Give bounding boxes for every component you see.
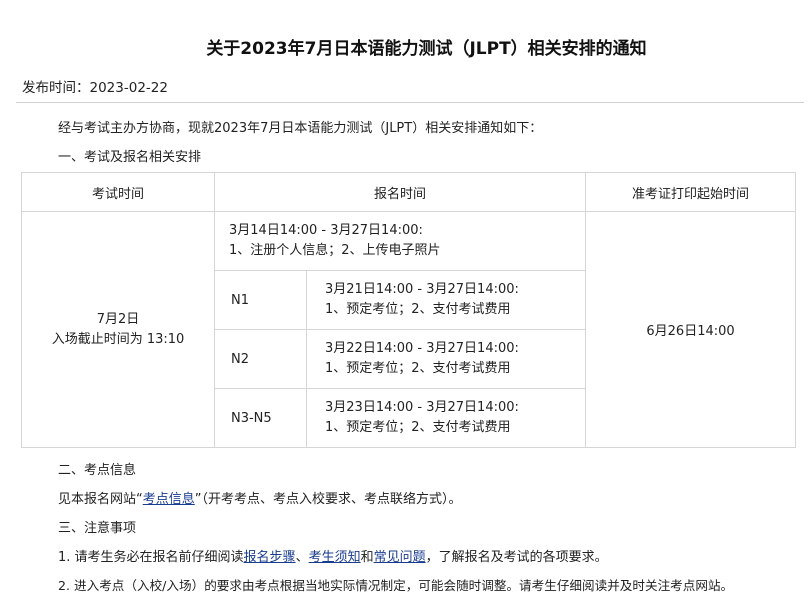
level-cell: N2 [214,329,307,389]
section1-heading: 一、考试及报名相关安排 [58,150,202,165]
header-exam-time: 考试时间 [21,172,215,212]
header-registration-time: 报名时间 [213,172,587,212]
section2-text-after: ”（开考考点、考点入校要求、考点联络方式）。 [194,492,462,507]
exam-site-info-link[interactable]: 考点信息 [143,492,195,507]
level-steps: 1、预定考位；2、支付考试费用 [325,302,511,317]
level-steps: 1、预定考位；2、支付考试费用 [325,420,511,435]
publish-label: 发布时间： [22,80,90,96]
exam-time-cell: 7月2日 入场截止时间为 13:10 [21,211,215,448]
exam-date: 7月2日 [96,311,140,327]
entry-deadline: 入场截止时间为 13:10 [51,331,185,347]
level-registration-cell: 3月21日14:00 - 3月27日14:00: 1、预定考位；2、支付考试费用 [305,270,587,330]
level-steps: 1、预定考位；2、支付考试费用 [325,361,511,376]
publish-date-value: 2023-02-22 [89,80,168,96]
schedule-table: 考试时间 报名时间 准考证打印起始时间 7月2日 入场截止时间为 13:10 3… [21,172,797,448]
registration-all-steps: 1、注册个人信息；2、上传电子照片 [229,243,441,258]
section2-text-before: 见本报名网站“ [58,492,143,507]
section2-heading: 二、考点信息 [58,463,137,478]
level-period: 3月23日14:00 - 3月27日14:00: [325,400,519,415]
header-ticket-print-time: 准考证打印起始时间 [585,172,797,212]
faq-link[interactable]: 常见问题 [374,550,426,565]
level-registration-cell: 3月22日14:00 - 3月27日14:00: 1、预定考位；2、支付考试费用 [305,329,587,389]
level-registration-cell: 3月23日14:00 - 3月27日14:00: 1、预定考位；2、支付考试费用 [305,388,587,448]
level-cell: N1 [214,270,307,330]
section3-heading: 三、注意事项 [58,521,137,536]
item1-text-after: ，了解报名及考试的各项要求。 [425,550,608,565]
registration-steps-link[interactable]: 报名步骤 [244,550,296,565]
section2-text: 见本报名网站“考点信息”（开考考点、考点入校要求、考点联络方式）。 [58,488,462,507]
level-cell: N3-N5 [214,388,307,448]
registration-all-period: 3月14日14:00 - 3月27日14:00: [229,223,423,238]
level-period: 3月21日14:00 - 3月27日14:00: [325,282,519,297]
level-period: 3月22日14:00 - 3月27日14:00: [325,341,519,356]
intro-paragraph: 经与考试主办方协商，现就2023年7月日本语能力测试（JLPT）相关安排通知如下… [58,121,543,136]
notice-item-1: 1. 请考生务必在报名前仔细阅读报名步骤、考生须知和常见问题，了解报名及考试的各… [58,546,608,565]
item1-text-before: 1. 请考生务必在报名前仔细阅读 [58,550,244,565]
page-title: 关于2023年7月日本语能力测试（JLPT）相关安排的通知 [206,39,647,59]
table-header-row: 考试时间 报名时间 准考证打印起始时间 [21,172,797,212]
notice-item-2: 2. 进入考点（入校/入场）的要求由考点根据当地实际情况制定，可能会随时调整。请… [58,578,734,593]
registration-all-cell: 3月14日14:00 - 3月27日14:00: 1、注册个人信息；2、上传电子… [213,211,587,271]
publish-date: 发布时间：2023-02-22 [22,76,168,96]
divider [16,102,804,103]
table-row: 7月2日 入场截止时间为 13:10 3月14日14:00 - 3月27日14:… [21,211,797,448]
item1-separator-1: 、 [295,550,309,565]
item1-separator-2: 和 [360,550,374,565]
print-start-cell: 6月26日14:00 [585,211,797,448]
candidate-guide-link[interactable]: 考生须知 [309,550,361,565]
